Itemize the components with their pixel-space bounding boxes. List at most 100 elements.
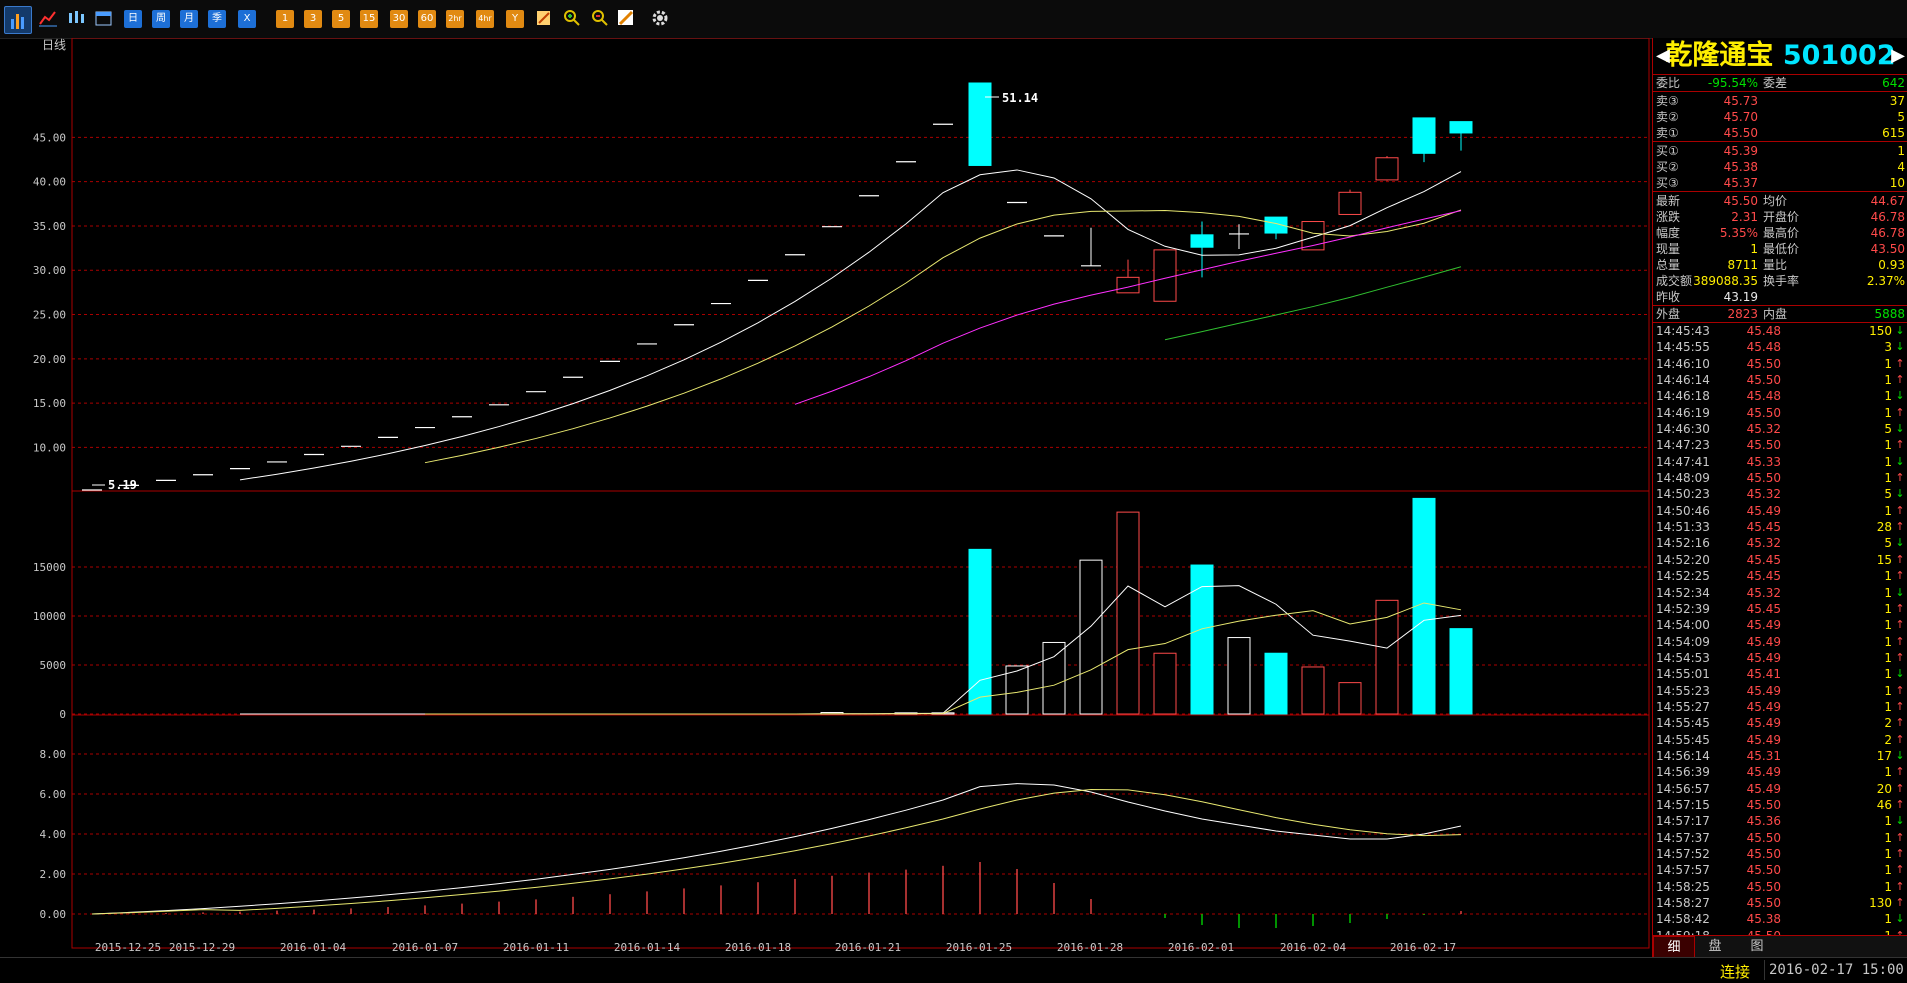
ask-price: 45.50: [1723, 126, 1758, 140]
quote-label: 换手率: [1763, 274, 1800, 288]
toolbar: 日 周 月 季 X 1 3 5 15 30 60 2hr 4hr Y: [0, 0, 1907, 39]
zoom-out-icon[interactable]: [590, 8, 608, 26]
period-x-button[interactable]: X: [238, 10, 256, 28]
edit-icon[interactable]: [534, 8, 552, 26]
minute-60-button[interactable]: 60: [418, 10, 436, 28]
tab-chart[interactable]: 图: [1737, 936, 1777, 958]
arrow-down-icon: ↓: [1895, 389, 1905, 403]
tick-volume: 1: [1884, 863, 1892, 878]
tick-row: 14:57:17 45.36 1 ↓: [1653, 813, 1907, 829]
tick-volume: 5: [1884, 422, 1892, 437]
tick-row: 14:55:23 45.49 1 ↑: [1653, 683, 1907, 699]
tick-volume: 5: [1884, 487, 1892, 502]
draw-tool-icon[interactable]: [616, 8, 634, 26]
indicator-axis-label: 2.00: [40, 868, 67, 881]
tick-volume: 1: [1884, 438, 1892, 453]
tick-price: 45.49: [1746, 650, 1781, 665]
tick-volume: 15: [1876, 552, 1892, 567]
candle-body: [1412, 117, 1436, 154]
line-chart-icon[interactable]: [38, 8, 57, 27]
arrow-down-icon: ↓: [1895, 340, 1905, 354]
arrow-up-icon: ↑: [1895, 569, 1905, 583]
quote-value: 43.50: [1870, 242, 1905, 256]
arrow-up-icon: ↑: [1895, 650, 1905, 664]
ask-row: 卖③ 45.73 37: [1653, 93, 1907, 109]
kline-chart-area[interactable]: 日线 45.00 40.00 35.00 30.00 25.00 20.00 15.00 10.…: [0, 38, 1652, 982]
quote-label: 最低价: [1763, 242, 1800, 256]
hour-2-button[interactable]: 2hr: [446, 10, 464, 28]
zoom-in-icon[interactable]: [562, 8, 580, 26]
tick-row: 14:58:42 45.38 1 ↓: [1653, 911, 1907, 927]
ask-price: 45.73: [1723, 94, 1758, 108]
tick-price: 45.50: [1746, 797, 1781, 812]
ma20-line: [794, 210, 1462, 405]
minute-30-button[interactable]: 30: [390, 10, 408, 28]
tick-volume: 17: [1876, 748, 1892, 763]
stock-title: ◀ 乾隆通宝 501002 ▶: [1653, 38, 1907, 75]
period-day-button[interactable]: 日: [124, 10, 142, 28]
arrow-down-icon: ↓: [1895, 324, 1905, 337]
volume-bar: [1264, 652, 1288, 715]
tab-book[interactable]: 盘: [1695, 936, 1735, 958]
bid-book: 买① 45.39 1 买② 45.38 4 买③ 45.37 10: [1653, 142, 1907, 192]
calendar-icon[interactable]: [94, 8, 112, 26]
period-week-button[interactable]: 周: [152, 10, 170, 28]
year-button[interactable]: Y: [506, 10, 524, 28]
tick-row: 14:55:45 45.49 2 ↑: [1653, 715, 1907, 731]
tick-row: 14:55:01 45.41 1 ↓: [1653, 666, 1907, 682]
tick-volume: 1: [1884, 699, 1892, 714]
price-axis-label: 35.00: [33, 220, 66, 233]
status-bar: 连接 2016-02-17 15:00: [0, 957, 1907, 983]
datetime-display: 2016-02-17 15:00: [1764, 960, 1907, 980]
quote-row: 总量 8711 量比 0.93: [1653, 257, 1907, 273]
quote-label: 均价: [1763, 194, 1788, 208]
tick-volume: 1: [1884, 569, 1892, 584]
prev-stock-icon[interactable]: ◀: [1656, 38, 1670, 74]
tick-price: 45.49: [1746, 634, 1781, 649]
price-axis-label: 40.00: [33, 176, 66, 189]
tick-list[interactable]: 14:45:43 45.48 150 ↓ 14:45:55 45.48 3 ↓ 14:46:10…: [1653, 323, 1907, 944]
arrow-down-icon: ↓: [1895, 667, 1905, 681]
candle-body: [1449, 121, 1473, 134]
minute-1-button[interactable]: 1: [276, 10, 294, 28]
minute-5-button[interactable]: 5: [332, 10, 350, 28]
ask-label: 卖②: [1656, 110, 1679, 124]
tick-price: 45.50: [1746, 863, 1781, 878]
minute-3-button[interactable]: 3: [304, 10, 322, 28]
ma5-line: [239, 169, 1462, 481]
date-axis-label: 2016-01-11: [503, 941, 569, 954]
arrow-up-icon: ↑: [1895, 699, 1905, 713]
price-axis-label: 20.00: [33, 353, 66, 366]
settings-gear-icon[interactable]: [650, 8, 668, 26]
candlestick-icon[interactable]: [66, 8, 84, 26]
date-axis-label: 2016-02-17: [1390, 941, 1456, 954]
weibi-row: 委比 -95.54% 委差 642: [1653, 75, 1907, 92]
tick-row: 14:52:39 45.45 1 ↑: [1653, 601, 1907, 617]
tick-row: 14:56:39 45.49 1 ↑: [1653, 764, 1907, 780]
next-stock-icon[interactable]: ▶: [1891, 38, 1905, 74]
volume-axis-label: 10000: [33, 610, 66, 623]
bar-chart-icon: [11, 14, 24, 29]
quote-value: 2.31: [1731, 210, 1758, 224]
tick-volume: 1: [1884, 765, 1892, 780]
quote-label: 量比: [1763, 258, 1788, 272]
period-month-button[interactable]: 月: [180, 10, 198, 28]
date-axis-label: 2015-12-29: [169, 941, 235, 954]
kline-chart[interactable]: 日线 45.00 40.00 35.00 30.00 25.00 20.00 15.00 10.…: [0, 38, 1652, 982]
kline-chart-button[interactable]: [4, 6, 32, 34]
volume-bar: [1338, 682, 1362, 715]
quote-label: 现量: [1656, 242, 1681, 256]
candle-body: [1153, 249, 1177, 302]
hour-4-button[interactable]: 4hr: [476, 10, 494, 28]
quote-label: 总量: [1656, 258, 1681, 272]
ma30-line: [1164, 266, 1462, 341]
tick-price: 45.50: [1746, 356, 1781, 371]
tick-price: 45.49: [1746, 503, 1781, 518]
tick-price: 45.48: [1746, 389, 1781, 404]
minute-15-button[interactable]: 15: [360, 10, 378, 28]
tick-volume: 1: [1884, 356, 1892, 371]
period-season-button[interactable]: 季: [208, 10, 226, 28]
quote-value: 8711: [1727, 258, 1758, 272]
tick-row: 14:45:55 45.48 3 ↓: [1653, 339, 1907, 355]
quote-row: 涨跌 2.31 开盘价 46.78: [1653, 209, 1907, 225]
